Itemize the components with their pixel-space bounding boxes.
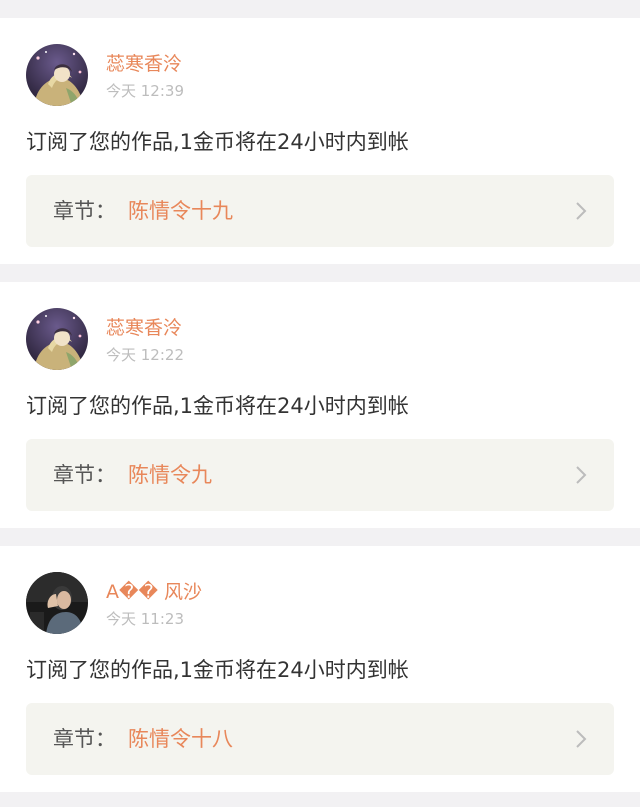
timestamp: 今天 12:22: [106, 346, 184, 364]
notification-card: A�� 风沙 今天 11:23 订阅了您的作品,1金币将在24小时内到帐 章节：…: [0, 546, 640, 792]
notification-message: 订阅了您的作品,1金币将在24小时内到帐: [26, 130, 409, 154]
chevron-right-icon: [574, 729, 588, 749]
chapter-title: 陈情令九: [128, 463, 212, 487]
chapter-prefix-label: 章节：: [53, 463, 116, 487]
chapter-prefix-label: 章节：: [53, 199, 116, 223]
notification-card: 蕊寒香泠 今天 12:39 订阅了您的作品,1金币将在24小时内到帐 章节： 陈…: [0, 18, 640, 264]
chapter-prefix-label: 章节：: [53, 727, 116, 751]
anime-girl-avatar-icon: [26, 44, 88, 106]
chapter-title: 陈情令十九: [128, 199, 233, 223]
username[interactable]: 蕊寒香泠: [106, 52, 182, 76]
anime-girl-avatar-icon: [26, 308, 88, 370]
notification-message: 订阅了您的作品,1金币将在24小时内到帐: [26, 394, 409, 418]
person-photo-avatar-icon: [26, 572, 88, 634]
chapter-link[interactable]: 章节： 陈情令十九: [26, 175, 614, 247]
chevron-right-icon: [574, 201, 588, 221]
notification-message: 订阅了您的作品,1金币将在24小时内到帐: [26, 658, 409, 682]
chapter-link[interactable]: 章节： 陈情令十八: [26, 703, 614, 775]
chevron-right-icon: [574, 465, 588, 485]
notification-card: 蕊寒香泠 今天 12:22 订阅了您的作品,1金币将在24小时内到帐 章节： 陈…: [0, 282, 640, 528]
username[interactable]: 蕊寒香泠: [106, 316, 182, 340]
chapter-title: 陈情令十八: [128, 727, 233, 751]
timestamp: 今天 11:23: [106, 610, 184, 628]
username[interactable]: A�� 风沙: [106, 580, 202, 604]
timestamp: 今天 12:39: [106, 82, 184, 100]
chapter-link[interactable]: 章节： 陈情令九: [26, 439, 614, 511]
user-avatar[interactable]: [26, 44, 88, 106]
user-avatar[interactable]: [26, 308, 88, 370]
user-avatar[interactable]: [26, 572, 88, 634]
